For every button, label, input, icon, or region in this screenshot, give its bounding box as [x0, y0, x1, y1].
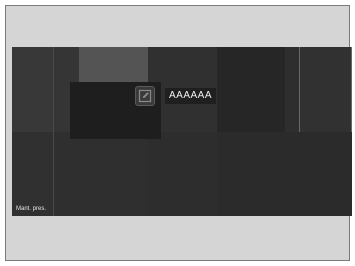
left-top-panel: [12, 47, 53, 132]
preset-caption: Mant. pres.: [16, 206, 47, 212]
right-side-panel[interactable]: [299, 47, 352, 139]
display-screen: AAAAAA Mant. pres.: [12, 47, 352, 216]
bottom-tile-3[interactable]: [217, 132, 352, 216]
bottom-tile-1[interactable]: [54, 132, 148, 216]
tile-column-6[interactable]: [285, 47, 299, 132]
left-bottom-panel: [12, 132, 53, 216]
tile-label: AAAAAA: [165, 88, 217, 104]
edit-glyph: [138, 89, 152, 103]
highlighted-tile[interactable]: [79, 47, 148, 83]
edit-icon[interactable]: [135, 86, 155, 106]
bottom-tile-2[interactable]: [148, 132, 217, 216]
tile-column-5[interactable]: [217, 47, 285, 132]
